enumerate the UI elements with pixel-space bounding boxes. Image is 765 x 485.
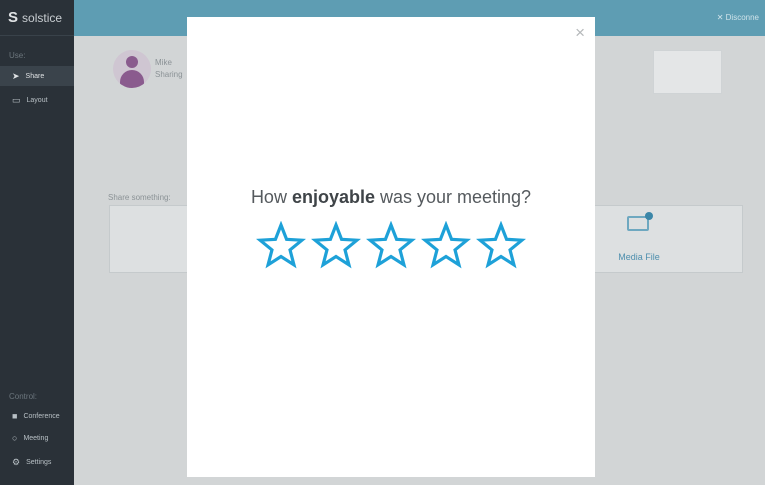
- logo-mark: S: [8, 9, 19, 26]
- avatar-body: [120, 70, 144, 88]
- screen-thumbnail[interactable]: [653, 50, 722, 94]
- user-status: Sharing: [155, 70, 183, 79]
- user-name: Mike: [155, 58, 172, 67]
- logo-text: solstice: [22, 10, 63, 25]
- star-2-icon[interactable]: [311, 221, 361, 271]
- close-icon[interactable]: ×: [575, 23, 585, 43]
- sidebar-item-label: Meeting: [23, 434, 49, 442]
- clock-icon: ○: [12, 433, 18, 443]
- media-file-label[interactable]: Media File: [607, 252, 671, 262]
- question-prefix: How: [250, 187, 292, 207]
- question-suffix: was your meeting?: [374, 187, 532, 207]
- sidebar-item-label: Share: [25, 72, 45, 80]
- sidebar-item-conference[interactable]: ■ Conference: [0, 406, 74, 426]
- app-logo: S solstice: [0, 0, 74, 36]
- monitor-icon: ▭: [12, 94, 21, 105]
- star-4-icon[interactable]: [421, 221, 471, 271]
- use-section-label: Use:: [9, 51, 26, 60]
- sidebar-item-settings[interactable]: ⚙ Settings: [0, 452, 74, 472]
- sidebar-item-label: Settings: [26, 458, 52, 466]
- sidebar-item-layout[interactable]: ▭ Layout: [0, 90, 74, 110]
- star-1-icon[interactable]: [256, 221, 306, 271]
- star-rating: [256, 221, 526, 273]
- camera-icon: ■: [12, 411, 18, 421]
- sidebar-item-label: Layout: [26, 96, 48, 104]
- send-icon: ➤: [12, 70, 20, 81]
- rating-modal: × How enjoyable was your meeting?: [187, 17, 595, 477]
- star-5-icon[interactable]: [476, 221, 526, 271]
- share-section-label: Share something:: [108, 193, 171, 202]
- control-section-label: Control:: [9, 392, 38, 401]
- sidebar-item-share[interactable]: ➤ Share: [0, 66, 74, 86]
- question-emphasis: enjoyable: [291, 187, 375, 207]
- avatar-head: [126, 56, 138, 68]
- sidebar-item-meeting[interactable]: ○ Meeting: [0, 428, 74, 448]
- media-file-icon[interactable]: [627, 212, 653, 231]
- gear-icon: ⚙: [12, 456, 21, 467]
- avatar: [113, 50, 151, 88]
- sidebar: S solstice Use: ➤ Share ▭ Layout Control…: [0, 0, 74, 485]
- disconnect-button[interactable]: ✕ Disconne: [717, 13, 759, 22]
- sidebar-item-label: Conference: [23, 412, 60, 420]
- star-3-icon[interactable]: [366, 221, 416, 271]
- rating-question: How enjoyable was your meeting?: [187, 187, 595, 208]
